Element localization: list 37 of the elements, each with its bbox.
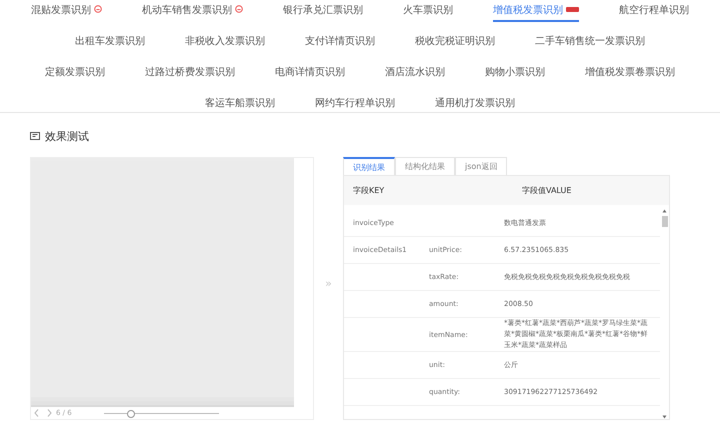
tag-icon [566,7,579,12]
nav-tab[interactable]: 网约车行程单识别 [315,93,395,115]
column-header: 字段KEY [352,185,386,196]
nav-tab[interactable]: 购物小票识别 [485,62,545,84]
nav-tab[interactable]: 过路过桥费发票识别 [145,62,235,84]
nav-tab[interactable]: 通用机打发票识别 [435,93,515,115]
scroll-up-icon[interactable] [662,209,667,213]
scrollbar[interactable] [660,209,669,419]
nav-tab[interactable]: 定额发票识别 [45,62,105,84]
result-tab[interactable]: 结构化结果 [395,157,455,175]
nav-tab[interactable]: 支付详情页识别 [305,31,375,53]
monitor-icon [30,132,40,140]
nav-tab[interactable]: 增值税发票卷票识别 [585,62,675,84]
result-tab[interactable]: 识别结果 [343,157,395,175]
nav-tab[interactable]: 非税收入发票识别 [185,31,265,53]
nav-tab[interactable]: 出租车发票识别 [75,31,145,53]
nav-tab[interactable]: 火车票识别 [403,0,453,22]
column-header: 字段值VALUE [521,185,572,196]
scroll-thumb[interactable] [662,216,668,227]
nav-tab[interactable]: 混贴发票识别 [31,0,102,22]
hot-icon [94,5,102,13]
scroll-down-icon[interactable] [662,415,667,419]
result-tab[interactable]: json返回 [455,157,508,175]
nav-tab[interactable]: 电商详情页识别 [275,62,345,84]
nav-tab[interactable]: 税收完税证明识别 [415,31,495,53]
section-title: 效果测试 [45,128,89,144]
previous-icon[interactable] [34,409,39,418]
hot-icon [235,5,243,13]
next-icon[interactable] [47,409,52,418]
nav-tab[interactable]: 客运车船票识别 [205,93,275,115]
nav-tab[interactable]: 增值税发票识别 [493,0,579,22]
nav-tab[interactable]: 酒店流水识别 [385,62,445,84]
nav-tab[interactable]: 机动车销售发票识别 [142,0,243,22]
nav-tab[interactable]: 航空行程单识别 [619,0,689,22]
slider-thumb[interactable] [127,410,136,418]
nav-tab[interactable]: 二手车销售统一发票识别 [535,31,645,53]
nav-tab[interactable]: 银行承兑汇票识别 [283,0,363,22]
